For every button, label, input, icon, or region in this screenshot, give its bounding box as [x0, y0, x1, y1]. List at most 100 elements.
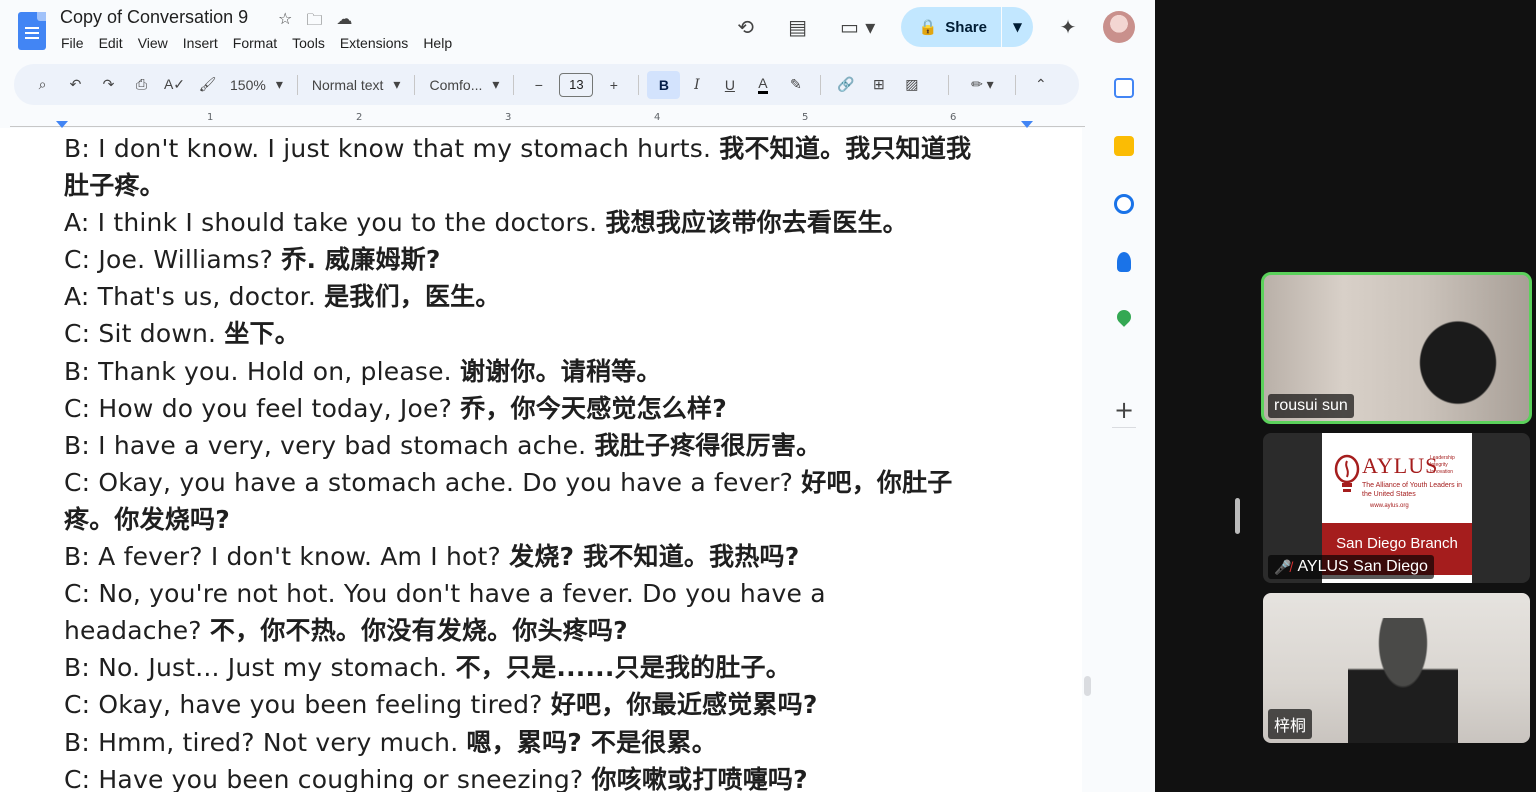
collapse-menus-chevron-up-icon[interactable]: ⌃ — [1024, 71, 1057, 99]
menu-file[interactable]: File — [61, 35, 84, 51]
text-line[interactable]: B: I don't know. I just know that my sto… — [64, 130, 971, 167]
participant-tile-zitong[interactable]: 梓桐 — [1263, 593, 1530, 743]
chinese-text: 我肚子疼得很厉害。 — [594, 430, 822, 460]
participant-name: 🎤̸ AYLUS San Diego — [1268, 555, 1434, 579]
text-line[interactable]: C: Joe. Williams? 乔. 威廉姆斯? — [64, 241, 971, 278]
text-line[interactable]: A: That's us, doctor. 是我们，医生。 — [64, 278, 971, 315]
participant-tile-rousui-sun[interactable]: rousui sun — [1261, 272, 1532, 424]
chinese-text: 肚子疼。 — [64, 171, 165, 201]
document-title[interactable]: Copy of Conversation 9 — [60, 7, 248, 28]
calendar-icon[interactable] — [1114, 78, 1134, 98]
text-line[interactable]: B: Thank you. Hold on, please. 谢谢你。请稍等。 — [64, 353, 971, 390]
gemini-sparkle-icon[interactable]: ✦ — [1051, 10, 1085, 44]
insert-image-icon[interactable]: ▨ — [895, 71, 928, 99]
search-menus-icon[interactable]: ⌕ — [26, 71, 59, 99]
text-line[interactable]: B: A fever? I don't know. Am I hot? 发烧? … — [64, 538, 971, 575]
get-addons-plus-icon[interactable]: + — [1112, 396, 1136, 424]
english-text: C: Have you been coughing or sneezing? — [64, 764, 592, 792]
text-line[interactable]: B: Hmm, tired? Not very much. 嗯，累吗? 不是很累… — [64, 724, 971, 761]
version-history-icon[interactable]: ⟲ — [729, 10, 763, 44]
contacts-icon[interactable] — [1117, 252, 1131, 272]
top-right-actions: ⟲ ▤ ▭ ▾ 🔒 Share ▼ ✦ — [729, 7, 1135, 47]
bold-button[interactable]: B — [647, 70, 681, 99]
chinese-text: 好吧，你最近感觉累吗? — [550, 690, 818, 720]
divider — [638, 74, 640, 95]
redo-icon[interactable]: ↷ — [92, 71, 125, 99]
spellcheck-icon[interactable]: A✓ — [158, 71, 191, 99]
formatting-toolbar: ⌕ ↶ ↷ ⎙ A✓ 🖌 150% ▾ Normal text ▾ Comfo.… — [14, 64, 1079, 105]
text-line[interactable]: C: How do you feel today, Joe? 乔，你今天感觉怎么… — [64, 390, 971, 427]
english-text: B: Hmm, tired? Not very much. — [64, 727, 467, 757]
text-line[interactable]: C: Have you been coughing or sneezing? 你… — [64, 761, 971, 792]
text-line[interactable]: C: Okay, have you been feeling tired? 好吧… — [64, 686, 971, 723]
document-page[interactable]: B: I don't know. I just know that my sto… — [0, 128, 1082, 792]
underline-button[interactable]: U — [713, 71, 746, 99]
paint-format-icon[interactable]: 🖌 — [191, 71, 224, 99]
docs-logo-icon[interactable] — [18, 12, 46, 50]
insert-link-icon[interactable]: 🔗 — [829, 71, 862, 99]
title-icons: ☆ 🗀 ☁ — [278, 9, 352, 36]
decrease-font-size-button[interactable]: − — [522, 71, 555, 99]
tasks-icon[interactable] — [1114, 194, 1134, 214]
english-text: C: Joe. Williams? — [64, 245, 282, 275]
chinese-text: 好吧，你肚子 — [801, 467, 953, 497]
ruler-number: 4 — [654, 112, 661, 123]
font-size-input[interactable]: 13 — [559, 72, 594, 97]
divider — [1112, 427, 1136, 428]
chinese-text: 乔，你今天感觉怎么样? — [460, 393, 727, 423]
share-dropdown-chevron-icon[interactable]: ▼ — [1001, 7, 1033, 47]
menu-view[interactable]: View — [138, 35, 168, 51]
english-text: A: That's us, doctor. — [64, 282, 325, 312]
italic-button[interactable]: I — [680, 71, 713, 99]
text-line[interactable]: C: No, you're not hot. You don't have a … — [64, 575, 971, 612]
participant-name-label: rousui sun — [1274, 397, 1348, 414]
text-line[interactable]: C: Okay, you have a stomach ache. Do you… — [64, 464, 971, 501]
participant-name-label: AYLUS San Diego — [1297, 558, 1428, 575]
menu-help[interactable]: Help — [423, 35, 452, 51]
text-line[interactable]: C: Sit down. 坐下。 — [64, 315, 971, 352]
text-color-button[interactable]: A — [746, 71, 779, 99]
text-line[interactable]: headache? 不，你不热。你没有发烧。你头疼吗? — [64, 612, 971, 649]
ruler-number: 5 — [802, 112, 809, 123]
account-avatar[interactable] — [1103, 11, 1135, 43]
left-indent-marker-icon[interactable] — [56, 121, 68, 128]
zoom-select[interactable]: 150% ▾ — [224, 71, 289, 99]
text-line[interactable]: 疼。你发烧吗? — [64, 501, 971, 538]
move-folder-icon[interactable]: 🗀 — [306, 9, 322, 36]
divider — [296, 74, 298, 95]
share-label: Share — [945, 18, 987, 36]
comments-icon[interactable]: ▤ — [781, 10, 815, 44]
keep-notes-icon[interactable] — [1114, 136, 1134, 156]
right-indent-marker-icon[interactable] — [1021, 121, 1033, 128]
english-text: B: No. Just... Just my stomach. — [64, 653, 456, 683]
cloud-status-icon[interactable]: ☁ — [336, 9, 352, 36]
share-button[interactable]: 🔒 Share — [901, 7, 1001, 47]
menu-extensions[interactable]: Extensions — [340, 35, 408, 51]
menu-edit[interactable]: Edit — [99, 35, 123, 51]
menu-tools[interactable]: Tools — [292, 35, 325, 51]
panel-resize-handle[interactable] — [1235, 498, 1240, 534]
vertical-scrollbar[interactable] — [1084, 676, 1091, 696]
increase-font-size-button[interactable]: + — [597, 71, 630, 99]
star-icon[interactable]: ☆ — [278, 9, 292, 36]
print-icon[interactable]: ⎙ — [125, 71, 158, 99]
document-body[interactable]: B: I don't know. I just know that my sto… — [64, 130, 971, 792]
chinese-text: 嗯，累吗? 不是很累。 — [466, 727, 717, 757]
menu-insert[interactable]: Insert — [183, 35, 218, 51]
text-line[interactable]: B: I have a very, very bad stomach ache.… — [64, 427, 971, 464]
maps-icon[interactable] — [1114, 307, 1134, 327]
aylus-brand: AYLUS — [1362, 453, 1439, 478]
highlight-color-icon[interactable]: ✎ — [779, 71, 812, 99]
paragraph-style-select[interactable]: Normal text ▾ — [306, 71, 407, 99]
chinese-text: 我不知道。我只知道我 — [719, 134, 972, 163]
add-comment-icon[interactable]: ⊞ — [862, 71, 895, 99]
participant-tile-aylus-san-diego[interactable]: AYLUS Leadership Integrity Innovation Th… — [1263, 433, 1530, 583]
text-line[interactable]: B: No. Just... Just my stomach. 不，只是....… — [64, 649, 971, 686]
undo-icon[interactable]: ↶ — [59, 71, 92, 99]
text-line[interactable]: 肚子疼。 — [64, 167, 971, 204]
font-select[interactable]: Comfo... ▾ — [423, 71, 505, 99]
menu-format[interactable]: Format — [233, 35, 277, 51]
text-line[interactable]: A: I think I should take you to the doct… — [64, 204, 971, 241]
editing-mode-icon[interactable]: ✏ ▾ — [957, 71, 1007, 99]
meet-video-icon[interactable]: ▭ ▾ — [833, 10, 883, 44]
